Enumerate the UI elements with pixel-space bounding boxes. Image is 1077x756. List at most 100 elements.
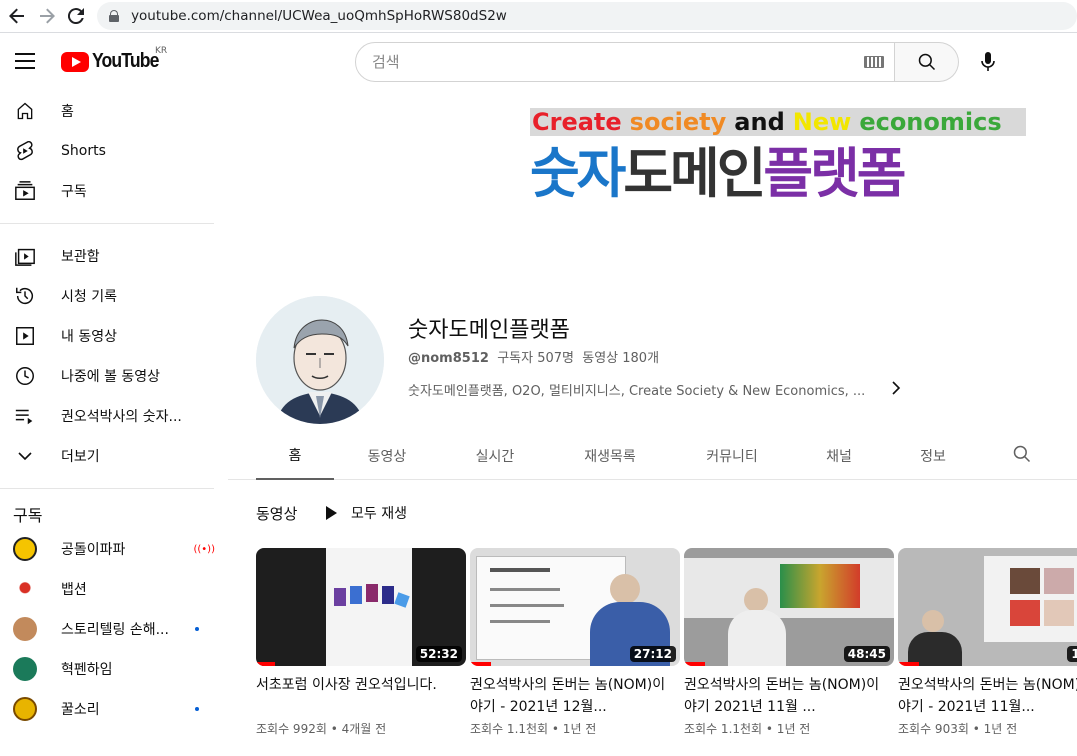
home-icon (13, 99, 37, 123)
history-icon (13, 284, 37, 308)
tab-community[interactable]: 커뮤니티 (688, 432, 776, 480)
forward-arrow-icon[interactable] (32, 1, 62, 31)
video-thumbnail[interactable]: 1:20: (898, 548, 1077, 666)
sidebar-item-library[interactable]: 보관함 (0, 236, 215, 276)
video-thumbnail[interactable]: 52:32 (256, 548, 466, 666)
sidebar-item-watch-later[interactable]: 나중에 볼 동영상 (0, 356, 215, 396)
youtube-logo[interactable]: YouTube KR (61, 46, 168, 73)
library-icon (13, 244, 37, 268)
video-title[interactable]: 권오석박사의 돈버는 놈(NOM)이야기 2021년 11월 ... (684, 674, 884, 718)
keyboard-icon[interactable] (864, 56, 884, 68)
search-icon[interactable] (1012, 444, 1034, 466)
subscriber-count: 구독자 507명 (497, 351, 574, 366)
sidebar-item-label: 시청 기록 (61, 289, 117, 305)
channel-avatar[interactable] (256, 296, 384, 424)
watch-progress-bar (898, 662, 919, 666)
logo-text: YouTube (92, 50, 159, 72)
video-title[interactable]: 권오석박사의 돈버는 놈(NOM)이야기 - 2021년 11월... (898, 674, 1077, 718)
banner-word: economics (859, 108, 1002, 136)
subscriptions-heading: 구독 (13, 506, 43, 525)
tab-videos[interactable]: 동영상 (348, 432, 426, 480)
sidebar-item-label: 더보기 (61, 449, 100, 465)
video-title[interactable]: 권오석박사의 돈버는 놈(NOM)이야기 - 2021년 12월... (470, 674, 670, 718)
play-all-label: 모두 재생 (351, 506, 407, 522)
voice-search-button[interactable] (968, 42, 1008, 82)
avatar (13, 577, 37, 601)
search-button[interactable] (895, 42, 959, 82)
video-meta: 조회수 992회 • 4개월 전 (256, 722, 387, 736)
video-meta: 조회수 1.1천회 • 1년 전 (470, 722, 597, 736)
sidebar-divider (0, 488, 214, 489)
video-card[interactable]: 27:12 권오석박사의 돈버는 놈(NOM)이야기 - 2021년 12월..… (470, 548, 680, 737)
shorts-icon (13, 139, 37, 163)
sidebar-item-history[interactable]: 시청 기록 (0, 276, 215, 316)
video-thumbnail[interactable]: 27:12 (470, 548, 680, 666)
sidebar-item-my-videos[interactable]: 내 동영상 (0, 316, 215, 356)
video-title[interactable]: 서초포럼 이사장 권오석입니다. (256, 674, 456, 718)
watch-later-icon (13, 364, 37, 388)
sidebar-item-home[interactable]: 홈 (0, 91, 215, 131)
region-code: KR (155, 46, 168, 56)
banner-word: 숫자 (530, 142, 626, 205)
menu-icon[interactable] (15, 53, 35, 69)
video-thumbnail[interactable]: 48:45 (684, 548, 894, 666)
my-videos-icon (13, 324, 37, 348)
sidebar-item-label: 나중에 볼 동영상 (61, 369, 161, 385)
back-arrow-icon[interactable] (2, 1, 32, 31)
subscription-name: 혁펜하임 (61, 662, 113, 678)
sidebar-item-label: 내 동영상 (61, 329, 117, 345)
tab-live[interactable]: 실시간 (456, 432, 534, 480)
microphone-icon (981, 52, 995, 71)
masthead: YouTube KR (0, 33, 1077, 91)
subscription-item[interactable]: 혁펜하임 (0, 649, 215, 689)
subscription-item[interactable]: 뱁션 (0, 569, 215, 609)
channel-description[interactable]: 숫자도메인플랫폼, O2O, 멀티비지니스, Create Society & … (408, 380, 874, 399)
video-meta: 조회수 1.1천회 • 1년 전 (684, 722, 811, 736)
search-icon (918, 53, 935, 71)
reload-icon[interactable] (61, 1, 91, 31)
new-content-dot (195, 627, 199, 631)
url-text: youtube.com/channel/UCWea_uoQmhSpHoRWS80… (131, 8, 507, 24)
video-card[interactable]: 1:20: 권오석박사의 돈버는 놈(NOM)이야기 - 2021년 11월..… (898, 548, 1077, 737)
subscription-item[interactable]: 공돌이파파 ((•)) (0, 529, 215, 569)
banner-word: 플랫폼 (763, 142, 906, 205)
video-meta: 조회수 903회 • 1년 전 (898, 722, 1018, 736)
tab-playlists[interactable]: 재생목록 (566, 432, 654, 480)
address-bar[interactable]: youtube.com/channel/UCWea_uoQmhSpHoRWS80… (97, 2, 1077, 30)
channel-handle: @nom8512 (408, 351, 489, 366)
banner-word: society (629, 108, 727, 136)
play-all-button[interactable]: 모두 재생 (326, 503, 407, 523)
sidebar-item-show-more[interactable]: 더보기 (0, 436, 215, 476)
banner-word: 도메인 (623, 142, 766, 205)
video-card[interactable]: 52:32 서초포럼 이사장 권오석입니다. 조회수 992회 • 4개월 전 (256, 548, 466, 737)
tab-about[interactable]: 정보 (900, 432, 966, 480)
section-title: 동영상 (256, 505, 298, 523)
sidebar-item-subscriptions[interactable]: 구독 (0, 171, 215, 211)
browser-toolbar: youtube.com/channel/UCWea_uoQmhSpHoRWS80… (0, 0, 1077, 33)
sidebar: 홈 Shorts 구독 보관함 시청 기록 내 동영상 나중에 볼 동영상 권오… (0, 91, 215, 756)
banner-slogan: Create society and New economics (530, 108, 1026, 136)
avatar (13, 537, 37, 561)
chevron-right-icon[interactable] (888, 380, 904, 396)
tab-channels[interactable]: 채널 (806, 432, 872, 480)
search-input[interactable] (372, 53, 864, 71)
tab-home[interactable]: 홈 (256, 432, 334, 480)
video-card[interactable]: 48:45 권오석박사의 돈버는 놈(NOM)이야기 2021년 11월 ...… (684, 548, 894, 737)
sidebar-item-label: 홈 (61, 104, 74, 120)
sidebar-item-label: 권오석박사의 숫자... (61, 409, 182, 425)
video-duration: 48:45 (843, 646, 890, 662)
sidebar-item-playlist[interactable]: 권오석박사의 숫자... (0, 396, 215, 436)
avatar (13, 657, 37, 681)
banner-title: 숫자도메인플랫폼 (530, 144, 1027, 204)
subscription-item[interactable]: 꿀소리 (0, 689, 215, 729)
subscription-name: 스토리텔링 손해... (61, 622, 169, 638)
avatar (13, 697, 37, 721)
search-bar (355, 42, 959, 82)
sidebar-item-label: Shorts (61, 143, 106, 159)
subscription-item[interactable]: 스토리텔링 손해... (0, 609, 215, 649)
channel-banner: Create society and New economics 숫자도메인플랫… (530, 108, 1027, 208)
play-icon (326, 506, 337, 520)
banner-word: and (734, 108, 785, 136)
playlist-icon (13, 404, 37, 428)
sidebar-item-shorts[interactable]: Shorts (0, 131, 215, 171)
